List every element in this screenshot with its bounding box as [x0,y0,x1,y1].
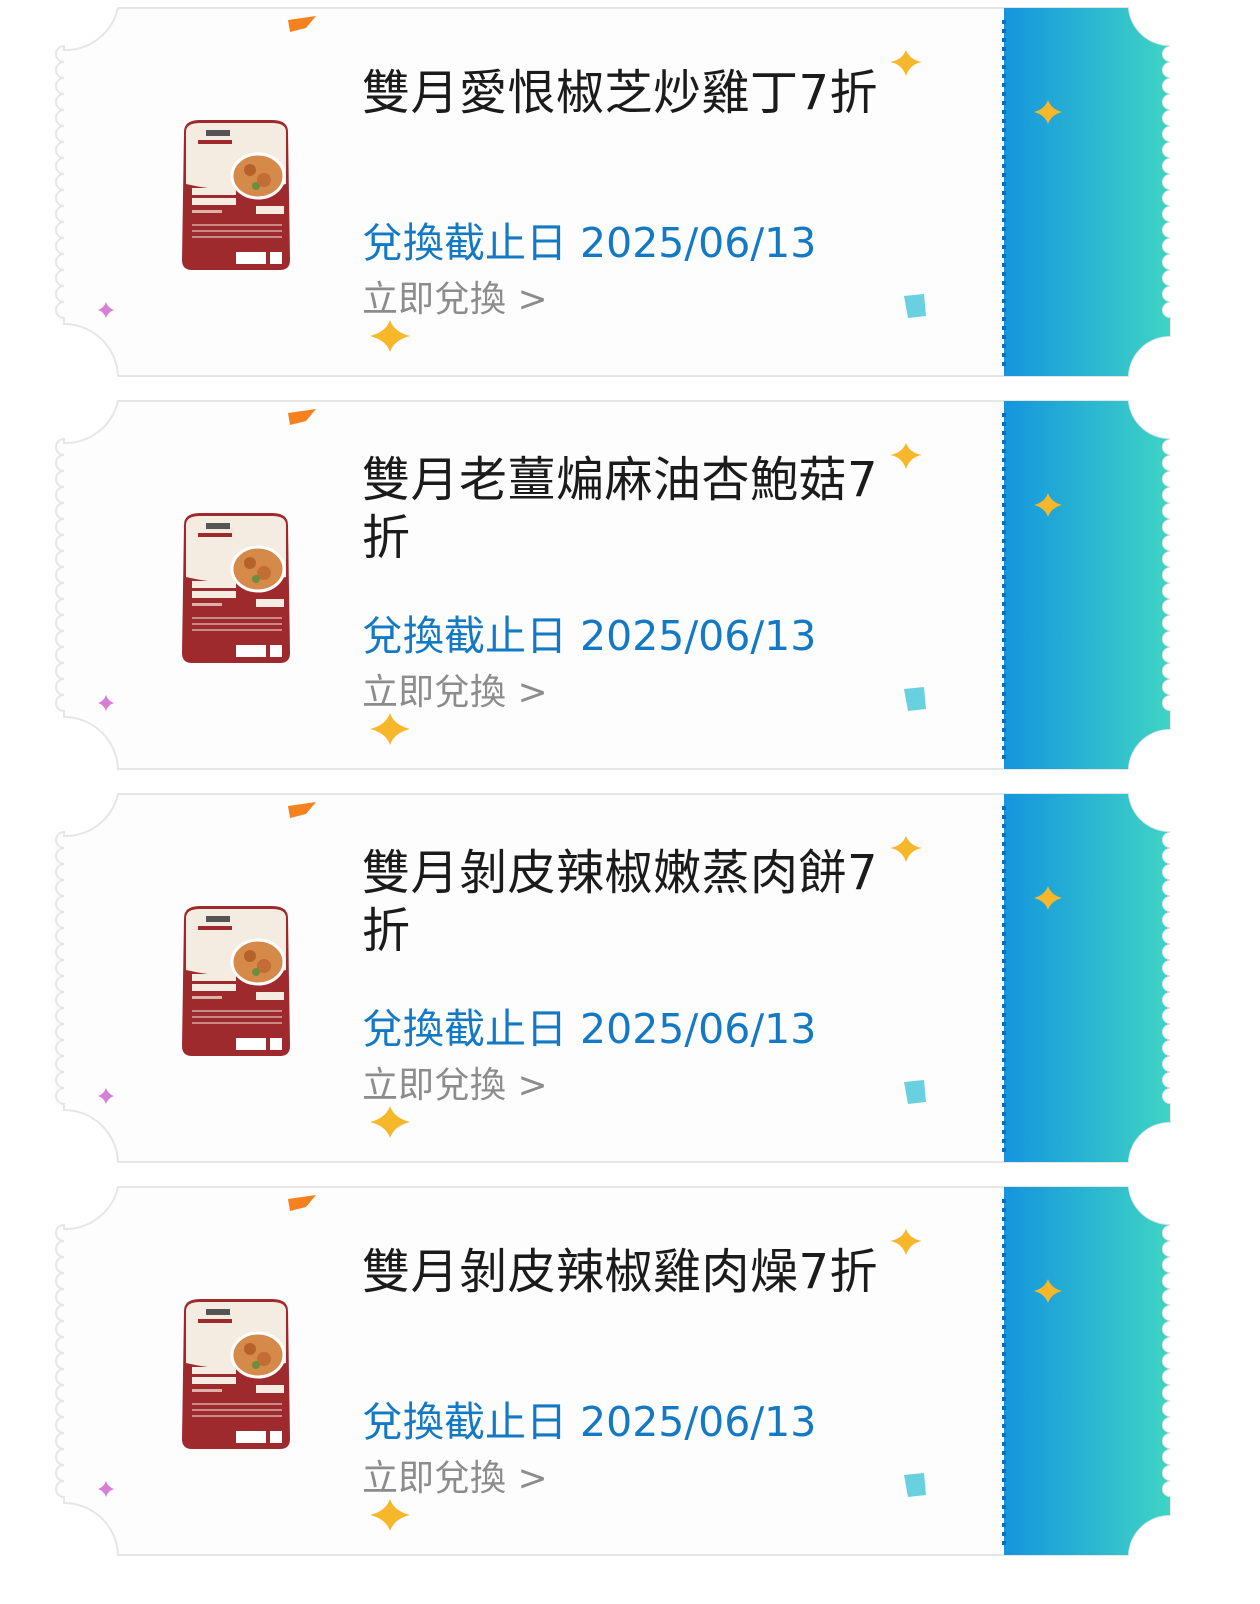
coupon-title: 雙月剝皮辣椒嫩蒸肉餅7折 [362,845,879,959]
redeem-link[interactable]: 立即兌換 > [362,1457,548,1501]
meal-box-mushroom-icon [182,513,290,663]
meal-box-meat-patty-icon [182,906,290,1056]
meal-box-chicken-mince-icon [182,1299,290,1449]
expiry-date: 兌換截止日 2025/06/13 [362,219,817,267]
expiry-date: 兌換截止日 2025/06/13 [362,1398,817,1446]
expiry-date: 兌換截止日 2025/06/13 [362,612,817,660]
ticket-stub [1004,794,1170,1162]
ticket-stub [1004,401,1170,769]
redeem-link[interactable]: 立即兌換 > [362,1064,548,1108]
coupon-card[interactable]: 雙月愛恨椒芝炒雞丁7折 兌換截止日 2025/06/13 立即兌換 > [55,6,1198,378]
coupon-card[interactable]: 雙月剝皮辣椒雞肉燥7折 兌換截止日 2025/06/13 立即兌換 > [55,1185,1198,1557]
coupon-title: 雙月老薑煸麻油杏鮑菇7折 [362,452,879,566]
redeem-link[interactable]: 立即兌換 > [362,671,548,715]
ticket-stub [1004,8,1170,376]
meal-box-chicken-icon [182,120,290,270]
redeem-link[interactable]: 立即兌換 > [362,278,548,322]
ticket-stub [1004,1187,1170,1555]
coupon-card[interactable]: 雙月剝皮辣椒嫩蒸肉餅7折 兌換截止日 2025/06/13 立即兌換 > [55,792,1198,1164]
expiry-date: 兌換截止日 2025/06/13 [362,1005,817,1053]
coupon-title: 雙月剝皮辣椒雞肉燥7折 [362,1244,879,1300]
coupon-card[interactable]: 雙月老薑煸麻油杏鮑菇7折 兌換截止日 2025/06/13 立即兌換 > [55,399,1198,771]
coupon-list: 雙月愛恨椒芝炒雞丁7折 兌換截止日 2025/06/13 立即兌換 > 雙月老薑… [0,0,1260,1604]
coupon-title: 雙月愛恨椒芝炒雞丁7折 [362,65,879,121]
